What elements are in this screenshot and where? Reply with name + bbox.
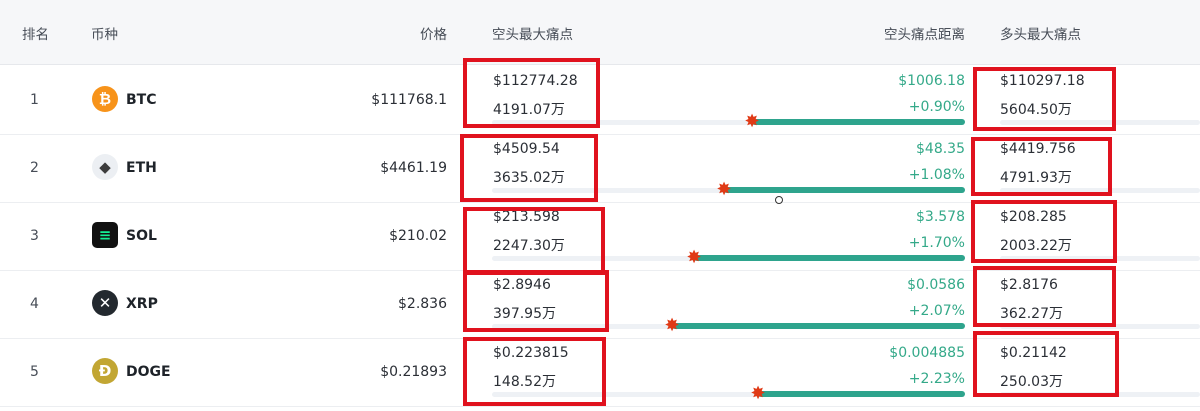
- long-pain-amount: 5604.50万: [1000, 102, 1072, 118]
- coin-name[interactable]: SOL: [126, 228, 157, 244]
- coin-name[interactable]: DOGE: [126, 364, 171, 380]
- price-cell: $0.21893: [380, 364, 447, 380]
- distance-percent: +0.90%: [908, 99, 965, 115]
- distance-percent: +2.23%: [908, 371, 965, 387]
- price-cell: $4461.19: [380, 160, 447, 176]
- rank-cell: 3: [30, 228, 39, 244]
- short-pain-amount: 397.95万: [493, 306, 556, 322]
- long-pain-price: $110297.18: [1000, 73, 1085, 89]
- distance-bar-fill: [694, 255, 965, 261]
- short-pain-amount: 4191.07万: [493, 102, 565, 118]
- short-pain-amount: 148.52万: [493, 374, 556, 390]
- long-bar-track: [1000, 392, 1200, 397]
- explosion-icon: ✸: [686, 247, 702, 268]
- table-row[interactable]: 2 ◆ ETH $4461.19 $4509.54 3635.02万 $48.3…: [0, 134, 1200, 203]
- distance-amount: $0.0586: [907, 277, 965, 293]
- short-pain-price: $112774.28: [493, 73, 578, 89]
- rank-cell: 4: [30, 296, 39, 312]
- rank-cell: 2: [30, 160, 39, 176]
- distance-amount: $1006.18: [898, 73, 965, 89]
- long-pain-amount: 362.27万: [1000, 306, 1063, 322]
- table-row[interactable]: 3 ≡ SOL $210.02 $213.598 2247.30万 $3.578…: [0, 202, 1200, 271]
- header-short-max-pain[interactable]: 空头最大痛点: [492, 23, 573, 43]
- coin-name[interactable]: ETH: [126, 160, 157, 176]
- header-short-pain-distance[interactable]: 空头痛点距离: [884, 23, 965, 43]
- mouse-cursor: [775, 196, 783, 204]
- explosion-icon: ✸: [744, 111, 760, 132]
- long-bar-track: [1000, 324, 1200, 329]
- distance-percent: +2.07%: [908, 303, 965, 319]
- short-pain-price: $213.598: [493, 209, 560, 225]
- solana-icon: ≡: [92, 222, 118, 248]
- header-price[interactable]: 价格: [420, 23, 447, 43]
- long-bar-track: [1000, 120, 1200, 125]
- header-coin: 币种: [91, 27, 118, 43]
- distance-bar-fill: [724, 187, 965, 193]
- header-long-max-pain[interactable]: 多头最大痛点: [1000, 23, 1081, 43]
- explosion-icon: ✸: [716, 179, 732, 200]
- long-pain-price: $4419.756: [1000, 141, 1076, 157]
- table-row[interactable]: 4 ✕ XRP $2.836 $2.8946 397.95万 $0.0586 +…: [0, 270, 1200, 339]
- distance-percent: +1.70%: [908, 235, 965, 251]
- table-header: 排名 币种 价格 空头最大痛点 空头痛点距离 多头最大痛点: [0, 0, 1200, 65]
- short-pain-price: $0.223815: [493, 345, 569, 361]
- distance-bar-fill: [752, 119, 965, 125]
- explosion-icon: ✸: [664, 315, 680, 336]
- long-pain-price: $2.8176: [1000, 277, 1058, 293]
- distance-bar-fill: [758, 391, 965, 397]
- long-bar-track: [1000, 188, 1200, 193]
- dogecoin-icon: Ð: [92, 358, 118, 384]
- long-bar-track: [1000, 256, 1200, 261]
- distance-bar-fill: [672, 323, 965, 329]
- bitcoin-icon: ₿: [92, 86, 118, 112]
- short-pain-amount: 2247.30万: [493, 238, 565, 254]
- long-pain-price: $208.285: [1000, 209, 1067, 225]
- distance-amount: $48.35: [916, 141, 965, 157]
- long-pain-amount: 250.03万: [1000, 374, 1063, 390]
- short-pain-price: $2.8946: [493, 277, 551, 293]
- price-cell: $2.836: [398, 296, 447, 312]
- short-pain-price: $4509.54: [493, 141, 560, 157]
- long-pain-amount: 4791.93万: [1000, 170, 1072, 186]
- price-cell: $210.02: [389, 228, 447, 244]
- distance-percent: +1.08%: [908, 167, 965, 183]
- distance-amount: $0.004885: [889, 345, 965, 361]
- price-cell: $111768.1: [371, 92, 447, 108]
- short-pain-amount: 3635.02万: [493, 170, 565, 186]
- explosion-icon: ✸: [750, 383, 766, 404]
- rank-cell: 5: [30, 364, 39, 380]
- coin-name[interactable]: BTC: [126, 92, 157, 108]
- distance-amount: $3.578: [916, 209, 965, 225]
- long-pain-price: $0.21142: [1000, 345, 1067, 361]
- ethereum-icon: ◆: [92, 154, 118, 180]
- table-row[interactable]: 1 ₿ BTC $111768.1 $112774.28 4191.07万 $1…: [0, 66, 1200, 135]
- table-row[interactable]: 5 Ð DOGE $0.21893 $0.223815 148.52万 $0.0…: [0, 338, 1200, 407]
- header-rank: 排名: [22, 27, 49, 43]
- long-pain-amount: 2003.22万: [1000, 238, 1072, 254]
- rank-cell: 1: [30, 92, 39, 108]
- xrp-icon: ✕: [92, 290, 118, 316]
- coin-name[interactable]: XRP: [126, 296, 158, 312]
